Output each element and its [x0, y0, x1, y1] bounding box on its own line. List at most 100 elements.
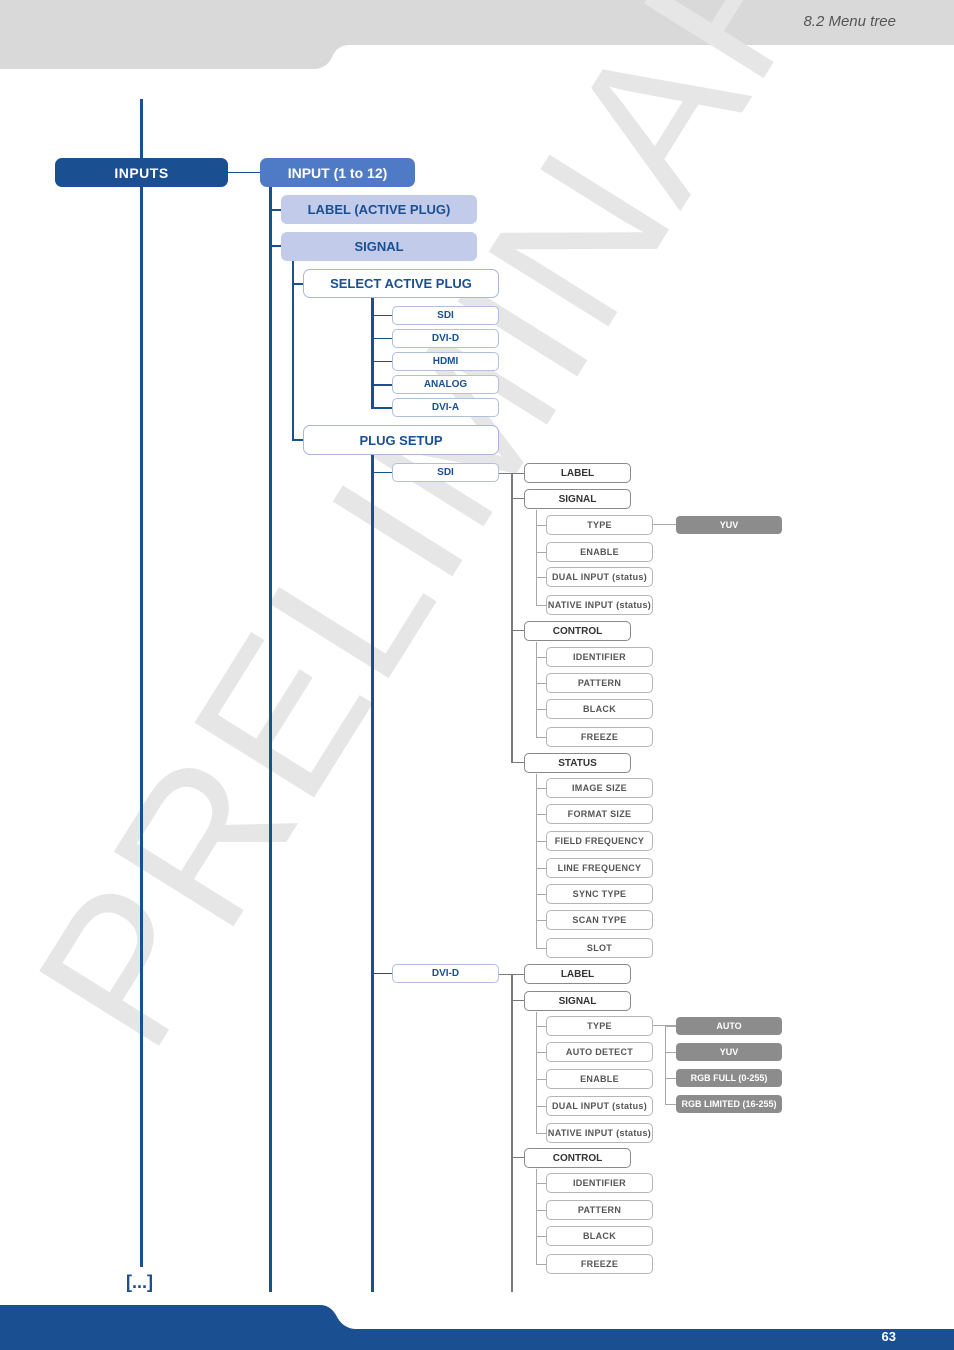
menu-node-sdi-signal-item[interactable]: DUAL INPUT (status) [546, 567, 653, 587]
connector [665, 1078, 676, 1079]
connector [536, 1026, 546, 1027]
connector [536, 683, 546, 684]
menu-node-sdi-control[interactable]: CONTROL [524, 621, 631, 641]
menu-node-signal[interactable]: SIGNAL [281, 232, 477, 261]
connector [536, 525, 546, 526]
connector [371, 407, 392, 409]
menu-node-select-active-plug[interactable]: SELECT ACTIVE PLUG [303, 269, 499, 298]
menu-node-sdi-control-item[interactable]: IDENTIFIER [546, 647, 653, 667]
connector [536, 552, 546, 553]
connector [536, 1106, 546, 1107]
menu-node-dvid-control-item[interactable]: FREEZE [546, 1254, 653, 1274]
value-sdi-type-yuv[interactable]: YUV [676, 516, 782, 534]
preliminary-watermark: PRELIMINARY [0, 0, 945, 1083]
connector [536, 841, 546, 842]
connector [536, 788, 546, 789]
menu-node-sdi-signal-item[interactable]: NATIVE INPUT (status) [546, 595, 653, 615]
value-dvid-type-option[interactable]: AUTO [676, 1017, 782, 1035]
menu-node-sdi-status-item[interactable]: LINE FREQUENCY [546, 858, 653, 878]
connector [536, 814, 546, 815]
connector [665, 1026, 676, 1027]
connector [536, 1052, 546, 1053]
section-title: 8.2 Menu tree [803, 13, 896, 30]
menu-node-sdi-status-item[interactable]: SYNC TYPE [546, 884, 653, 904]
menu-node-sdi-status-item[interactable]: FIELD FREQUENCY [546, 831, 653, 851]
menu-node-sdi-label[interactable]: LABEL [524, 463, 631, 483]
menu-node-dvid-signal[interactable]: SIGNAL [524, 991, 631, 1011]
menu-node-sdi-status[interactable]: STATUS [524, 753, 631, 773]
menu-node-dvid-control[interactable]: CONTROL [524, 1148, 631, 1168]
connector [371, 472, 392, 473]
connector [536, 1264, 546, 1265]
menu-node-dvid-signal-item[interactable]: NATIVE INPUT (status) [546, 1123, 653, 1143]
connector [371, 338, 392, 339]
menu-node-sdi-signal-item[interactable]: ENABLE [546, 542, 653, 562]
menu-node-dvid-signal-item[interactable]: DUAL INPUT (status) [546, 1096, 653, 1116]
connector [269, 245, 281, 247]
connector [511, 498, 524, 499]
connector [536, 1133, 546, 1134]
menu-node-dvid-control-item[interactable]: BLACK [546, 1226, 653, 1246]
menu-node-dvid-signal-item[interactable]: ENABLE [546, 1069, 653, 1089]
menu-node-sdi-signal-item[interactable]: TYPE [546, 515, 653, 535]
connector [536, 948, 546, 949]
connector [536, 868, 546, 869]
connector [371, 384, 392, 386]
menu-node-dvid-control-item[interactable]: PATTERN [546, 1200, 653, 1220]
menu-node-label-active-plug[interactable]: LABEL (ACTIVE PLUG) [281, 195, 477, 224]
connector [536, 605, 546, 606]
dvid-signal-branch [536, 1012, 537, 1133]
menu-node-dvid-signal-item[interactable]: AUTO DETECT [546, 1042, 653, 1062]
sdi-submenu-trunk [511, 473, 513, 763]
menu-node-setup-sdi[interactable]: SDI [392, 463, 499, 482]
menu-node-sdi-status-item[interactable]: SCAN TYPE [546, 910, 653, 930]
connector [536, 709, 546, 710]
menu-node-sdi-status-item[interactable]: FORMAT SIZE [546, 804, 653, 824]
connector [536, 1183, 546, 1184]
page-number: 63 [881, 1329, 896, 1344]
menu-node-sdi-control-item[interactable]: PATTERN [546, 673, 653, 693]
menu-node-sdi-control-item[interactable]: BLACK [546, 699, 653, 719]
menu-node-sdi-status-item[interactable]: IMAGE SIZE [546, 778, 653, 798]
value-dvid-type-option[interactable]: RGB FULL (0-255) [676, 1069, 782, 1087]
menu-node-plug-analog[interactable]: ANALOG [392, 375, 499, 394]
menu-node-input-1-to-12[interactable]: INPUT (1 to 12) [260, 158, 415, 187]
connector [665, 1052, 676, 1053]
menu-node-dvid-control-item[interactable]: IDENTIFIER [546, 1173, 653, 1193]
menu-node-plug-dvi-a[interactable]: DVI-A [392, 398, 499, 417]
connector [653, 524, 676, 525]
menu-node-dvid-signal-item[interactable]: TYPE [546, 1016, 653, 1036]
connector [371, 315, 392, 316]
connector [536, 577, 546, 578]
menu-node-setup-dvi-d[interactable]: DVI-D [392, 964, 499, 983]
menu-node-plug-dvi-d[interactable]: DVI-D [392, 329, 499, 348]
connector [536, 1079, 546, 1080]
menu-node-plug-setup[interactable]: PLUG SETUP [303, 425, 499, 455]
connector [511, 630, 524, 631]
root-trunk-line [140, 99, 143, 1267]
type-values-branch [665, 1025, 666, 1104]
value-dvid-type-option[interactable]: RGB LIMITED (16-255) [676, 1095, 782, 1113]
connector [536, 1210, 546, 1211]
signal-trunk-line [292, 261, 294, 441]
menu-node-plug-sdi[interactable]: SDI [392, 306, 499, 325]
connector [292, 439, 303, 441]
menu-node-dvid-label[interactable]: LABEL [524, 964, 631, 984]
menu-node-plug-hdmi[interactable]: HDMI [392, 352, 499, 371]
menu-node-sdi-control-item[interactable]: FREEZE [546, 727, 653, 747]
menu-node-sdi-status-item[interactable]: SLOT [546, 938, 653, 958]
continuation-marker: [...] [126, 1272, 153, 1292]
header-band [0, 0, 954, 69]
connector [536, 657, 546, 658]
connector [511, 762, 524, 763]
connector [511, 1000, 524, 1001]
connector [536, 894, 546, 895]
menu-node-inputs[interactable]: INPUTS [55, 158, 228, 187]
connector [536, 1236, 546, 1237]
input-trunk-line [269, 187, 272, 1292]
value-dvid-type-option[interactable]: YUV [676, 1043, 782, 1061]
connector [536, 737, 546, 738]
connector [292, 283, 303, 285]
menu-node-sdi-signal[interactable]: SIGNAL [524, 489, 631, 509]
connector [371, 361, 392, 362]
